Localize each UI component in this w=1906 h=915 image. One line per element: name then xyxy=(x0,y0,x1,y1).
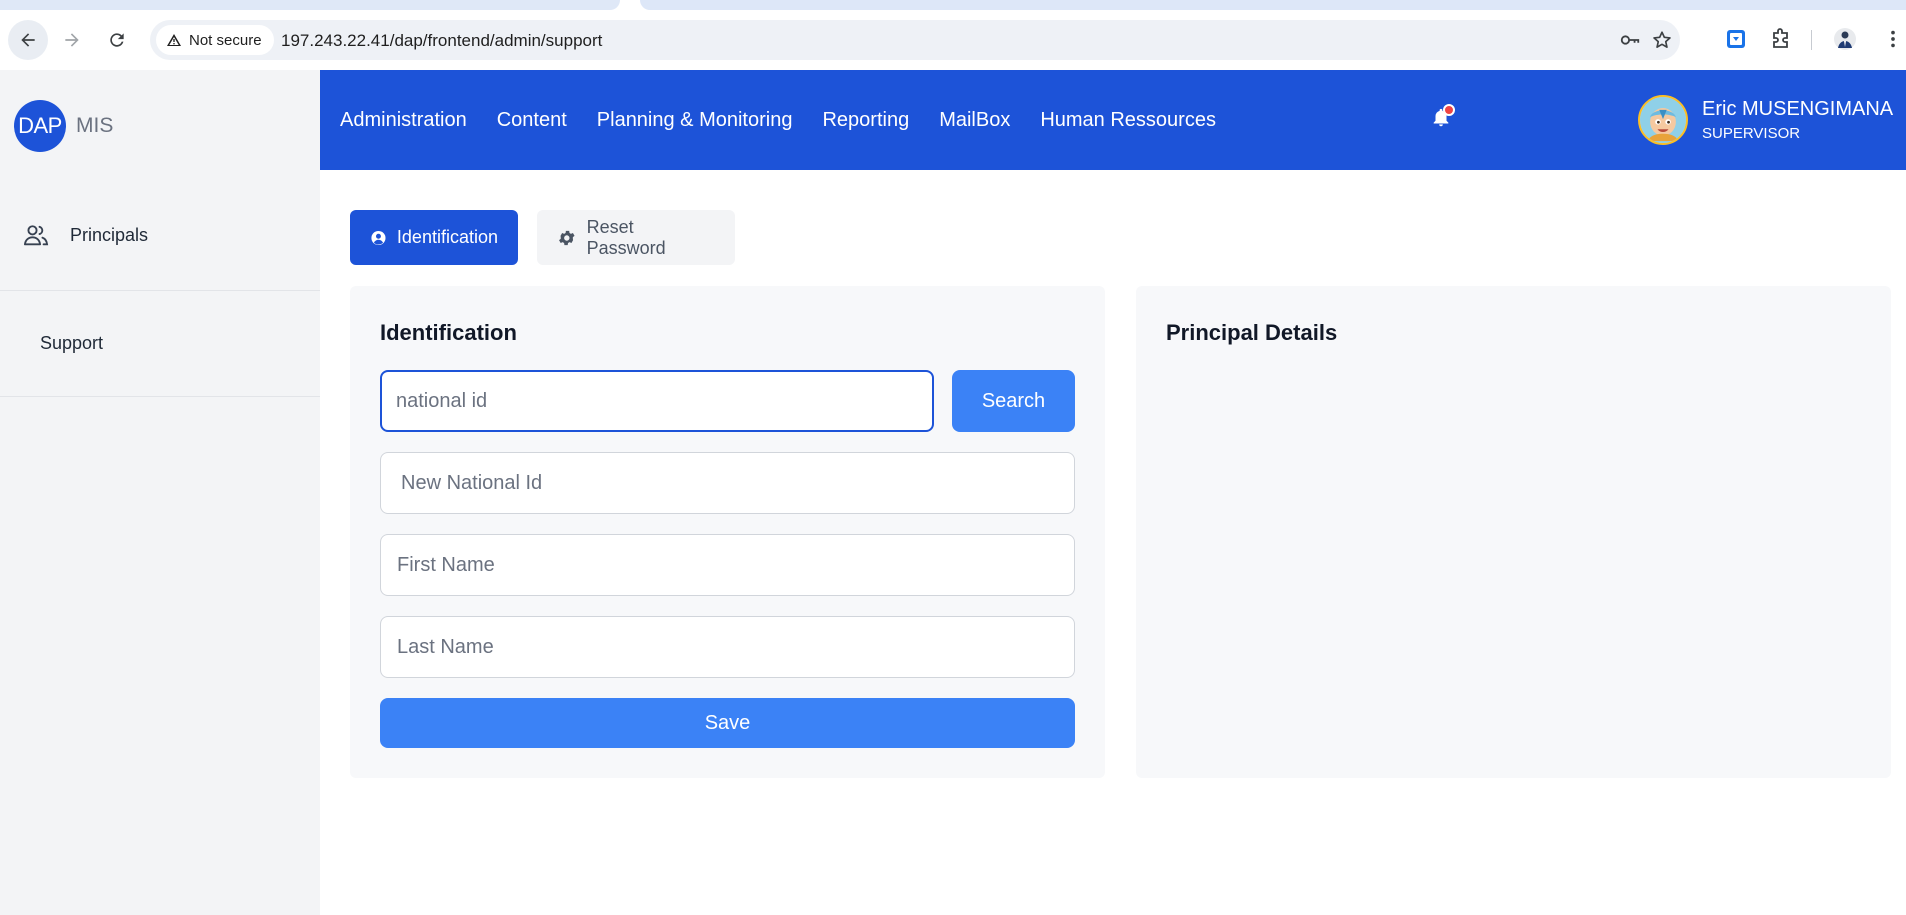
tab-reset-password[interactable]: Reset Password xyxy=(537,210,735,265)
main-menu: Administration Content Planning & Monito… xyxy=(340,70,1216,170)
sidebar-item-principals[interactable]: Principals xyxy=(0,210,320,260)
extension-icon[interactable] xyxy=(1723,26,1749,52)
search-button[interactable]: Search xyxy=(952,370,1075,432)
menu-planning-monitoring[interactable]: Planning & Monitoring xyxy=(597,109,793,132)
star-icon[interactable] xyxy=(1650,28,1674,52)
security-label: Not secure xyxy=(189,31,262,49)
reload-icon xyxy=(110,33,124,47)
identification-title: Identification xyxy=(380,320,517,345)
menu-mailbox[interactable]: MailBox xyxy=(939,109,1010,132)
identification-card: Identification Search Save xyxy=(350,286,1105,778)
back-icon xyxy=(21,33,35,47)
warning-icon xyxy=(167,34,181,46)
avatar[interactable] xyxy=(1638,95,1688,145)
reload-button[interactable] xyxy=(97,20,137,60)
tab-identification[interactable]: Identification xyxy=(350,210,518,265)
menu-content[interactable]: Content xyxy=(497,109,567,132)
user-menu[interactable]: Eric MUSENGIMANA SUPERVISOR xyxy=(1638,94,1893,146)
menu-human-ressources[interactable]: Human Ressources xyxy=(1040,109,1216,132)
browser-tab-inactive[interactable] xyxy=(640,0,1906,10)
brand[interactable]: DAP MIS xyxy=(14,100,113,152)
notification-button[interactable] xyxy=(1430,104,1456,134)
menu-reporting[interactable]: Reporting xyxy=(822,109,909,132)
notification-dot xyxy=(1443,104,1455,116)
principal-details-card: Principal Details xyxy=(1136,286,1891,778)
user-info: Eric MUSENGIMANA SUPERVISOR xyxy=(1702,98,1893,142)
sidebar-divider xyxy=(0,290,320,291)
principal-details-title: Principal Details xyxy=(1166,320,1338,345)
user-circle-icon xyxy=(371,230,386,245)
brand-name: MIS xyxy=(76,114,114,137)
brand-logo: DAP xyxy=(14,100,66,152)
browser-tab[interactable] xyxy=(0,0,620,10)
last-name-input[interactable] xyxy=(380,616,1075,678)
sidebar: DAP MIS Principals Support xyxy=(0,70,320,915)
save-button[interactable]: Save xyxy=(380,698,1075,748)
sidebar-divider xyxy=(0,396,320,397)
tab-bar: Identification Reset Password xyxy=(350,210,735,265)
forward-icon xyxy=(65,33,79,47)
address-bar[interactable]: Not secure 197.243.22.41/dap/frontend/ad… xyxy=(150,20,1680,60)
puzzle-icon[interactable] xyxy=(1768,26,1794,52)
kebab-menu-icon[interactable] xyxy=(1880,26,1906,52)
sidebar-item-support[interactable]: Support xyxy=(0,318,320,368)
first-name-input[interactable] xyxy=(380,534,1075,596)
sidebar-item-label: Principals xyxy=(70,224,149,245)
profile-icon[interactable] xyxy=(1832,26,1858,52)
user-role: SUPERVISOR xyxy=(1702,125,1801,142)
top-navbar: Administration Content Planning & Monito… xyxy=(320,70,1906,170)
national-id-input[interactable] xyxy=(380,370,934,432)
tab-label: Identification xyxy=(396,227,498,247)
security-chip[interactable]: Not secure xyxy=(156,25,274,55)
key-icon[interactable] xyxy=(1618,28,1642,52)
new-national-id-input[interactable] xyxy=(380,452,1075,514)
browser-chrome: Not secure 197.243.22.41/dap/frontend/ad… xyxy=(0,0,1906,70)
user-name: Eric MUSENGIMANA xyxy=(1702,98,1894,120)
forward-button[interactable] xyxy=(52,20,92,60)
sidebar-item-label: Support xyxy=(40,332,104,353)
gear-icon xyxy=(559,230,575,245)
back-button[interactable] xyxy=(8,20,48,60)
toolbar-divider xyxy=(1811,30,1812,50)
url-text[interactable]: 197.243.22.41/dap/frontend/admin/support xyxy=(281,31,602,51)
menu-administration[interactable]: Administration xyxy=(340,109,467,132)
users-icon xyxy=(23,225,49,246)
tab-label: Reset Password xyxy=(586,216,666,258)
tab-strip xyxy=(0,0,1906,12)
